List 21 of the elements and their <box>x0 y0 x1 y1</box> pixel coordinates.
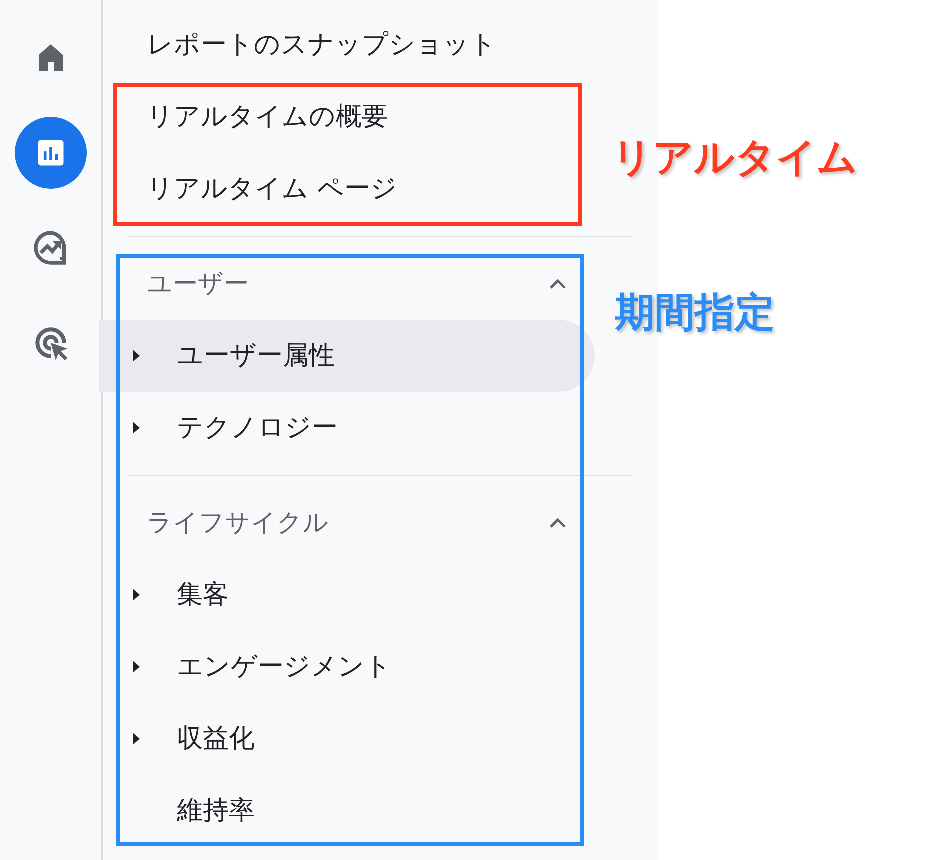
nav-item[interactable]: テクノロジー <box>177 408 338 448</box>
nav-item[interactable]: 集客 <box>177 576 229 614</box>
nav-item[interactable]: 維持率 <box>177 792 255 830</box>
section-header[interactable]: ライフサイクル <box>147 504 329 542</box>
section-header[interactable]: ユーザー <box>147 265 249 303</box>
chevron-up-icon[interactable] <box>548 277 568 291</box>
expand-triangle-icon[interactable] <box>132 422 140 434</box>
expand-triangle-icon[interactable] <box>132 589 140 601</box>
annotation-label: リアルタイム <box>612 134 858 183</box>
nav-item[interactable]: レポートのスナップショット <box>147 26 497 64</box>
expand-triangle-icon[interactable] <box>132 733 140 745</box>
nav-item[interactable]: エンゲージメント <box>177 648 392 686</box>
nav-item[interactable]: 収益化 <box>177 720 255 758</box>
expand-triangle-icon[interactable] <box>132 350 140 362</box>
nav-item[interactable]: リアルタイム ページ <box>147 170 398 208</box>
nav-item[interactable]: リアルタイムの概要 <box>147 98 388 136</box>
highlighted-nav-row[interactable]: ユーザー属性 <box>99 320 595 392</box>
nav-item[interactable]: ユーザー属性 <box>177 336 335 376</box>
annotation-label: 期間指定 <box>615 289 775 338</box>
chevron-up-icon[interactable] <box>548 516 568 530</box>
expand-triangle-icon[interactable] <box>132 661 140 673</box>
